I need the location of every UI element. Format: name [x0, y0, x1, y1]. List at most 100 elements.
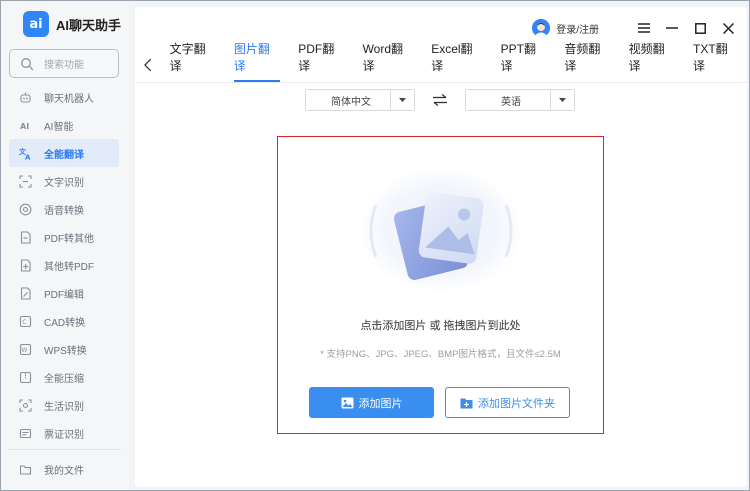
ai-icon: AI	[20, 122, 29, 131]
search-placeholder: 搜索功能	[44, 60, 84, 71]
folder-icon	[19, 464, 32, 475]
minimize-icon	[666, 27, 678, 29]
sidebar-item-label: 我的文件	[44, 465, 84, 477]
close-button[interactable]	[721, 21, 735, 35]
image-placeholder-illustration	[359, 167, 523, 293]
folder-add-icon	[460, 398, 473, 408]
tab-ppt-translate[interactable]: PPT翻译	[492, 40, 556, 82]
swap-language-button[interactable]	[415, 94, 465, 106]
cad-icon: C	[19, 315, 32, 327]
tab-text-translate[interactable]: 文字翻译	[161, 40, 225, 82]
source-language-select[interactable]: 简体中文	[305, 89, 415, 111]
drop-zone-hint: * 支持PNG、JPG、JPEG、BMP图片格式，且文件≤2.5M	[320, 349, 561, 360]
main-panel: 登录/注册 文字翻译 图片翻译 PDF翻译 Word翻译 Excel翻译 PPT…	[135, 7, 747, 487]
sidebar-item-other-to-pdf[interactable]: 其他转PDF	[9, 251, 119, 279]
close-icon	[722, 22, 734, 34]
sidebar-nav: 聊天机器人 AI AI智能 文A 全能翻译 文字识别 语音转换 PDF转其他 其…	[9, 83, 119, 447]
tab-pdf-translate[interactable]: PDF翻译	[289, 40, 353, 82]
hamburger-icon	[638, 23, 650, 33]
tab-audio-translate[interactable]: 音频翻译	[555, 40, 619, 82]
sidebar-item-label: 语音转换	[44, 205, 84, 217]
tab-image-translate[interactable]: 图片翻译	[225, 40, 289, 82]
sidebar-item-translate[interactable]: 文A 全能翻译	[9, 139, 119, 167]
menu-button[interactable]	[637, 21, 651, 35]
translate-tabs: 文字翻译 图片翻译 PDF翻译 Word翻译 Excel翻译 PPT翻译 音频翻…	[135, 42, 747, 83]
tab-txt-translate[interactable]: TXT翻译	[684, 40, 747, 82]
image-drop-zone[interactable]: 点击添加图片 或 拖拽图片到此处 * 支持PNG、JPG、JPEG、BMP图片格…	[277, 136, 604, 434]
tab-excel-translate[interactable]: Excel翻译	[422, 40, 491, 82]
sidebar-item-label: 全能翻译	[44, 149, 84, 161]
to-pdf-icon	[20, 258, 31, 272]
user-icon	[532, 19, 551, 37]
sidebar-item-cad[interactable]: C CAD转换	[9, 307, 119, 335]
add-folder-button[interactable]: 添加图片文件夹	[445, 387, 570, 418]
translate-icon: 文A	[19, 147, 31, 160]
sidebar-item-compress[interactable]: 全能压缩	[9, 363, 119, 391]
login-link[interactable]: 登录/注册	[556, 21, 599, 36]
sidebar-item-label: 文字识别	[44, 177, 84, 189]
target-language-select[interactable]: 英语	[465, 89, 575, 111]
sidebar-item-my-files[interactable]: 我的文件	[9, 455, 119, 483]
sidebar-item-label: PDF编辑	[44, 289, 84, 301]
minimize-button[interactable]	[665, 21, 679, 35]
language-selector: 简体中文 英语	[305, 89, 575, 111]
sidebar-item-pdf-to-other[interactable]: PDF转其他	[9, 223, 119, 251]
sidebar-item-pdf-edit[interactable]: PDF编辑	[9, 279, 119, 307]
sidebar-item-life-scan[interactable]: 生活识别	[9, 391, 119, 419]
sidebar: ai AI聊天助手 搜索功能 聊天机器人 AI AI智能 文A 全能翻译 文字识…	[1, 1, 129, 490]
avatar[interactable]	[532, 19, 551, 37]
maximize-icon	[694, 22, 706, 34]
search-icon	[21, 57, 34, 70]
sidebar-item-ticket[interactable]: 票证识别	[9, 419, 119, 447]
image-icon	[341, 397, 353, 408]
maximize-button[interactable]	[693, 21, 707, 35]
swap-icon	[433, 94, 447, 106]
target-language-value: 英语	[501, 96, 521, 108]
caret-down-icon	[559, 98, 566, 102]
app-window: ai AI聊天助手 搜索功能 聊天机器人 AI AI智能 文A 全能翻译 文字识…	[0, 0, 750, 491]
sidebar-my-files: 我的文件	[9, 455, 119, 483]
robot-icon	[20, 92, 31, 103]
sidebar-item-label: PDF转其他	[44, 233, 94, 245]
compress-icon	[19, 371, 32, 383]
svg-text:C: C	[22, 319, 26, 326]
sidebar-item-label: AI智能	[44, 121, 74, 133]
title-bar-actions: 登录/注册	[532, 15, 735, 41]
sidebar-item-chatbot[interactable]: 聊天机器人	[9, 83, 119, 111]
drop-zone-title: 点击添加图片 或 拖拽图片到此处	[360, 320, 521, 332]
sidebar-item-wps[interactable]: W WPS转换	[9, 335, 119, 363]
sidebar-item-ai[interactable]: AI AI智能	[9, 111, 119, 139]
search-input[interactable]: 搜索功能	[9, 49, 119, 78]
sidebar-item-label: 聊天机器人	[44, 93, 94, 105]
sidebar-divider	[9, 449, 121, 450]
sidebar-item-label: 其他转PDF	[44, 261, 94, 273]
scan-text-icon	[19, 174, 32, 188]
ticket-icon	[19, 428, 32, 438]
tab-video-translate[interactable]: 视频翻译	[620, 40, 684, 82]
sidebar-item-label: CAD转换	[44, 317, 86, 329]
tab-word-translate[interactable]: Word翻译	[354, 40, 423, 82]
sidebar-item-ocr[interactable]: 文字识别	[9, 167, 119, 195]
audio-icon	[19, 203, 32, 215]
svg-text:W: W	[21, 347, 27, 354]
pdf-edit-icon	[20, 286, 31, 300]
sidebar-item-label: 生活识别	[44, 401, 84, 413]
svg-text:AI: AI	[20, 122, 29, 131]
app-name: AI聊天助手	[56, 17, 122, 33]
chevron-left-icon[interactable]	[143, 58, 155, 72]
pdf-convert-icon	[20, 230, 31, 244]
caret-down-icon	[399, 98, 406, 102]
app-logo: ai	[23, 11, 49, 37]
sidebar-item-label: 票证识别	[44, 429, 84, 441]
sidebar-item-label: 全能压缩	[44, 373, 84, 385]
wps-icon: W	[19, 343, 32, 355]
source-language-value: 简体中文	[331, 96, 371, 108]
brand: ai AI聊天助手	[23, 11, 121, 37]
add-image-label: 添加图片	[358, 397, 403, 410]
add-image-button[interactable]: 添加图片	[309, 387, 434, 418]
svg-text:A: A	[25, 153, 31, 160]
add-folder-label: 添加图片文件夹	[478, 397, 555, 410]
life-scan-icon	[19, 398, 32, 412]
sidebar-item-label: WPS转换	[44, 345, 87, 357]
sidebar-item-audio[interactable]: 语音转换	[9, 195, 119, 223]
